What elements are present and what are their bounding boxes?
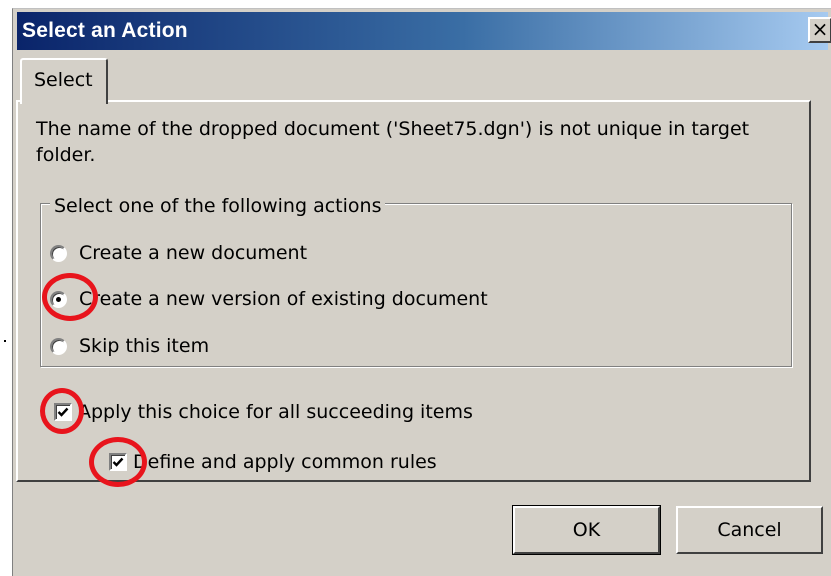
close-icon: × (811, 17, 829, 41)
action-group-legend: Select one of the following actions (50, 194, 386, 218)
ok-button[interactable]: OK (512, 505, 661, 555)
screenshot-stage: Select an Action × Select The name of th… (0, 0, 831, 576)
tab-select-label: Select (34, 69, 93, 91)
title-bar[interactable]: Select an Action × (17, 12, 831, 50)
common-rules-checkbox[interactable] (109, 453, 127, 471)
radio-label-skip-item: Skip this item (79, 335, 210, 357)
radio-button-skip-item[interactable] (50, 337, 67, 355)
radio-option-skip-item[interactable]: Skip this item (50, 332, 209, 360)
checkmark-icon (112, 457, 124, 467)
radio-label-create-new-version: Create a new version of existing documen… (79, 288, 488, 310)
common-rules-label: Define and apply common rules (133, 451, 437, 473)
close-button[interactable]: × (808, 17, 831, 43)
stray-dot (4, 340, 6, 342)
radio-button-create-new-document[interactable] (50, 244, 67, 262)
apply-all-checkbox[interactable] (54, 403, 72, 421)
tab-select[interactable]: Select (20, 58, 108, 104)
apply-all-checkbox-row[interactable]: Apply this choice for all succeeding ite… (54, 398, 473, 426)
apply-all-label: Apply this choice for all succeeding ite… (78, 401, 473, 423)
duplicate-name-message: The name of the dropped document ('Sheet… (36, 118, 750, 166)
radio-label-create-new-document: Create a new document (79, 242, 308, 264)
radio-option-create-new-document[interactable]: Create a new document (50, 239, 307, 267)
window-title: Select an Action (22, 19, 188, 42)
radio-option-create-new-version[interactable]: Create a new version of existing documen… (50, 285, 488, 313)
common-rules-checkbox-row[interactable]: Define and apply common rules (109, 448, 437, 476)
cancel-button[interactable]: Cancel (676, 506, 823, 554)
radio-button-create-new-version[interactable] (50, 290, 67, 308)
checkmark-icon (57, 407, 69, 417)
